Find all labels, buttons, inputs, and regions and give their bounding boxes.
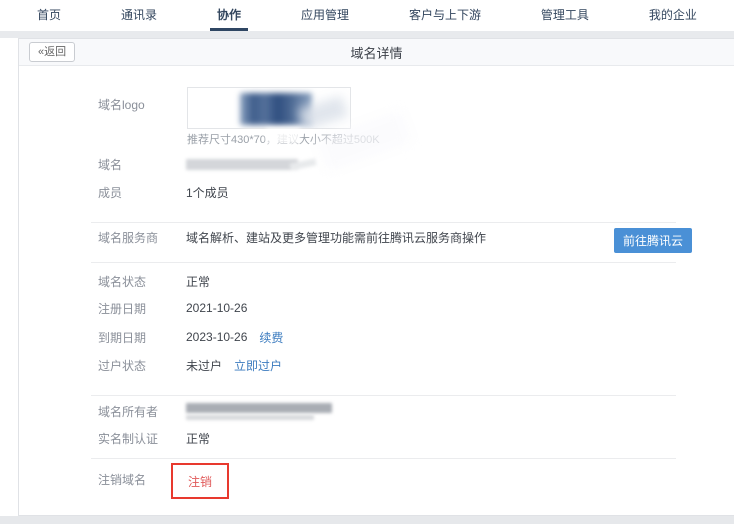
red-highlight-annotation: 注销	[171, 463, 229, 499]
page-background-band	[0, 516, 734, 524]
field-domain-name: 域名	[98, 157, 298, 171]
deregister-link[interactable]: 注销	[188, 473, 212, 490]
redacted-domain-value	[186, 159, 298, 170]
field-label-real-name-auth: 实名制认证	[98, 430, 186, 447]
nav-item-home[interactable]: 首页	[30, 0, 68, 31]
field-owner: 域名所有者	[98, 402, 332, 420]
field-label-domain-logo: 域名logo	[98, 96, 145, 113]
back-button[interactable]: «返回	[29, 42, 75, 62]
domain-logo-upload[interactable]	[187, 87, 351, 129]
panel-body: 域名logo 推荐尺寸430*70，建议大小不超过500K 域名 成员 1个成员…	[19, 66, 734, 515]
page-background-band	[0, 31, 734, 38]
register-date-value: 2021-10-26	[186, 301, 247, 315]
page-title: 域名详情	[350, 43, 402, 62]
redacted-owner-value	[186, 403, 332, 420]
field-label-register-date: 注册日期	[98, 300, 186, 317]
section-divider	[91, 222, 676, 223]
field-label-members: 成员	[98, 184, 186, 201]
real-name-auth-value: 正常	[186, 430, 210, 447]
field-label-owner: 域名所有者	[98, 403, 186, 420]
provider-description: 域名解析、建站及更多管理功能需前往腾讯云服务商操作	[186, 229, 486, 246]
field-label-provider: 域名服务商	[98, 229, 186, 246]
renew-link[interactable]: 续费	[259, 329, 283, 346]
field-domain-status: 域名状态 正常	[98, 274, 210, 288]
goto-tencent-cloud-button[interactable]: 前往腾讯云	[614, 228, 692, 253]
field-label-domain-status: 域名状态	[98, 273, 186, 290]
nav-item-my-company[interactable]: 我的企业	[642, 0, 704, 31]
members-value: 1个成员	[186, 184, 229, 201]
section-divider	[91, 262, 676, 263]
field-label-expire-date: 到期日期	[98, 329, 186, 346]
field-real-name-auth: 实名制认证 正常	[98, 431, 210, 445]
nav-item-admin-tools[interactable]: 管理工具	[534, 0, 596, 31]
redaction-smudge	[266, 128, 300, 144]
nav-item-app-management[interactable]: 应用管理	[294, 0, 356, 31]
transfer-now-link[interactable]: 立即过户	[234, 357, 282, 374]
top-nav: 首页 通讯录 协作 应用管理 客户与上下游 管理工具 我的企业	[0, 0, 734, 31]
nav-item-collaboration[interactable]: 协作	[210, 0, 248, 31]
nav-item-customers-upstream[interactable]: 客户与上下游	[402, 0, 488, 31]
nav-item-contacts[interactable]: 通讯录	[114, 0, 164, 31]
expire-date-value: 2023-10-26	[186, 330, 247, 344]
field-provider: 域名服务商 域名解析、建站及更多管理功能需前往腾讯云服务商操作	[98, 230, 486, 244]
redaction-smudge	[305, 174, 348, 193]
section-divider	[91, 458, 676, 459]
domain-detail-panel: «返回 域名详情 域名logo 推荐尺寸430*70，建议大小不超过500K 域…	[18, 38, 734, 516]
field-label-transfer-status: 过户状态	[98, 357, 186, 374]
transfer-status-value: 未过户	[186, 357, 222, 374]
field-transfer-status: 过户状态 未过户 立即过户	[98, 358, 282, 372]
panel-header: «返回 域名详情	[19, 39, 734, 66]
field-members: 成员 1个成员	[98, 185, 229, 199]
field-label-domain: 域名	[98, 156, 186, 173]
field-expire-date: 到期日期 2023-10-26 续费	[98, 330, 283, 344]
field-register-date: 注册日期 2021-10-26	[98, 301, 247, 315]
domain-status-value: 正常	[186, 273, 210, 290]
section-divider	[91, 395, 676, 396]
